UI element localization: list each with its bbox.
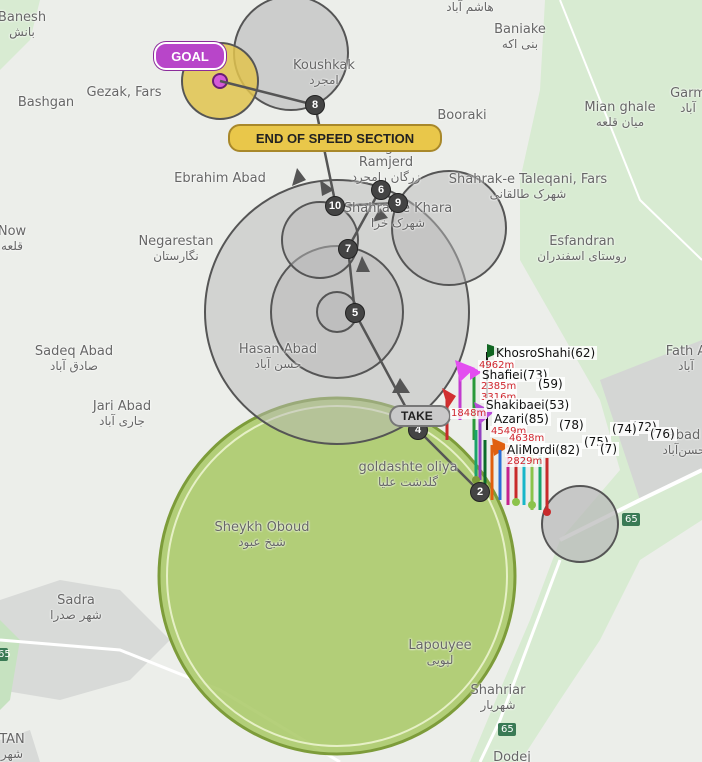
place-shahriar: Shahriar شهریار (470, 683, 526, 712)
place-esfandran: Esfandran روستای اسفندران (537, 234, 627, 263)
pilot-label[interactable]: (59) (536, 377, 565, 391)
pilot-label[interactable]: (78) (557, 418, 586, 432)
place-goldashte: goldashte oliya گلدشت علیا (358, 460, 458, 489)
place-koushkak: Koushkak امجرد (293, 58, 355, 87)
pilot-distance: 1848m (450, 408, 488, 419)
waypoint-7[interactable]: 7 (338, 239, 358, 259)
place-banesh: Banesh بانش (0, 10, 47, 39)
place-ebrahimabad: Ebrahim Abad (174, 171, 266, 186)
start-cylinder[interactable] (157, 396, 517, 756)
place-sadeqabad: Sadeq Abad صادق آباد (34, 344, 114, 373)
place-fath: Fath A آباد (665, 344, 702, 373)
waypoint-2[interactable]: 2 (470, 482, 490, 502)
goal-badge[interactable]: GOAL (154, 42, 226, 70)
pilot-label[interactable]: Azari(85) (492, 412, 551, 426)
ess-badge[interactable]: END OF SPEED SECTION (228, 124, 442, 152)
waypoint-9[interactable]: 9 (388, 193, 408, 213)
road-65-label-south: 65 (501, 724, 514, 735)
waypoint-5[interactable]: 5 (345, 303, 365, 323)
pilot-label[interactable]: (7) (598, 442, 619, 456)
place-taleqani: Shahrak-e Taleqani, Fars شهرک طالقانی (448, 172, 608, 201)
place-sadra: Sadra شهر صدرا (50, 593, 102, 622)
waypoint-6[interactable]: 6 (371, 180, 391, 200)
place-now: Now قلعه (0, 224, 27, 253)
task-map[interactable]: Banesh بانش Bashgan Gezak, Fars Koushkak ا… (0, 0, 702, 762)
pilot-label[interactable]: (76) (648, 427, 677, 441)
place-lapouyee: Lapouyee لپویی (408, 638, 472, 667)
place-sheykhoboud: Sheykh Oboud شیخ عبود (214, 520, 310, 549)
place-garm: Garm آباد (670, 86, 702, 115)
pilot-label[interactable]: Shakibaei(53) (484, 398, 572, 412)
place-bashgan: Bashgan (17, 95, 75, 110)
place-jariabad: Jari Abad جاری آباد (92, 399, 152, 428)
pilot-distance: 2829m (506, 456, 544, 467)
place-booraki: Booraki (437, 108, 487, 123)
place-hasanabad: Hasan Abad حسن آباد (238, 342, 318, 371)
cylinder-se[interactable] (541, 485, 619, 563)
pilot-label[interactable]: (74) (610, 422, 639, 436)
place-tan: TAN شهر (0, 732, 25, 761)
place-dodej: Dodej (493, 750, 531, 762)
pilot-label[interactable]: KhosroShahi(62) (494, 346, 598, 360)
waypoint-8[interactable]: 8 (305, 95, 325, 115)
place-mianghale: Mian ghale میان قلعه (584, 100, 656, 129)
pilot-distance: 2385m (480, 381, 518, 392)
place-negarestan: Negarestan نگارستان (138, 234, 214, 263)
place-hashemabad: هاشم آباد (446, 0, 494, 14)
road-65-label: 65 (625, 514, 638, 525)
place-baniake: Baniake بنی اکه (494, 22, 546, 51)
waypoint-10[interactable]: 10 (325, 196, 345, 216)
takeoff-badge[interactable]: TAKE (389, 405, 451, 427)
place-gezak: Gezak, Fars (86, 85, 162, 100)
pilot-label[interactable]: AliMordi(82) (505, 443, 582, 457)
road-65-label-west: 65 (0, 649, 11, 660)
